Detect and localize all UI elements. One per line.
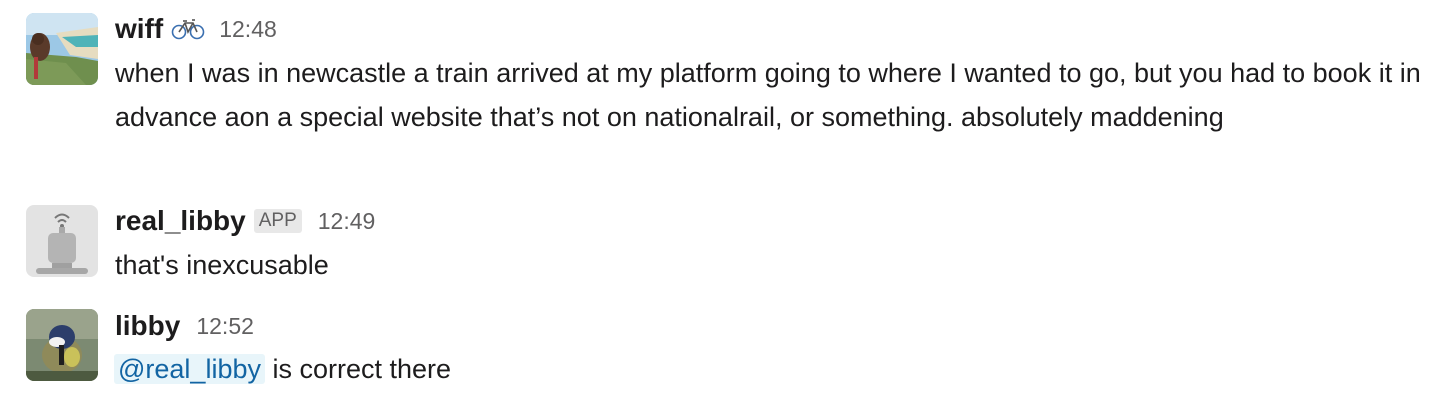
app-badge: APP	[253, 209, 302, 233]
message-libby: libby 12:52 @real_libby is correct there	[0, 300, 1441, 404]
message-real-libby: real_libby APP 12:49 that's inexcusable	[0, 195, 1441, 290]
bot-avatar-icon	[26, 205, 98, 277]
message-text: that's inexcusable	[115, 250, 329, 280]
message-text: when I was in newcastle a train arrived …	[115, 58, 1421, 132]
message-text-rest: is correct there	[264, 354, 452, 384]
bird-avatar-icon	[26, 309, 98, 381]
timestamp[interactable]: 12:52	[196, 313, 254, 340]
username[interactable]: wiff	[115, 13, 163, 45]
avatar-real-libby[interactable]	[26, 205, 98, 277]
avatar-wiff[interactable]	[26, 13, 98, 85]
message-header: real_libby APP 12:49	[115, 203, 375, 239]
message-header: libby 12:52	[115, 308, 254, 344]
coastline-avatar-icon	[26, 13, 98, 85]
user-mention[interactable]: @real_libby	[114, 354, 265, 384]
message-text: @real_libby is correct there	[114, 347, 1434, 391]
username[interactable]: real_libby	[115, 205, 246, 237]
timestamp[interactable]: 12:48	[219, 16, 277, 43]
bicycle-icon[interactable]	[171, 17, 205, 41]
timestamp[interactable]: 12:49	[318, 208, 376, 235]
username[interactable]: libby	[115, 310, 180, 342]
message-header: wiff 12:48	[115, 11, 277, 47]
avatar-libby[interactable]	[26, 309, 98, 381]
message-wiff: wiff 12:48 when I was in newcastle a tra…	[0, 0, 1441, 190]
